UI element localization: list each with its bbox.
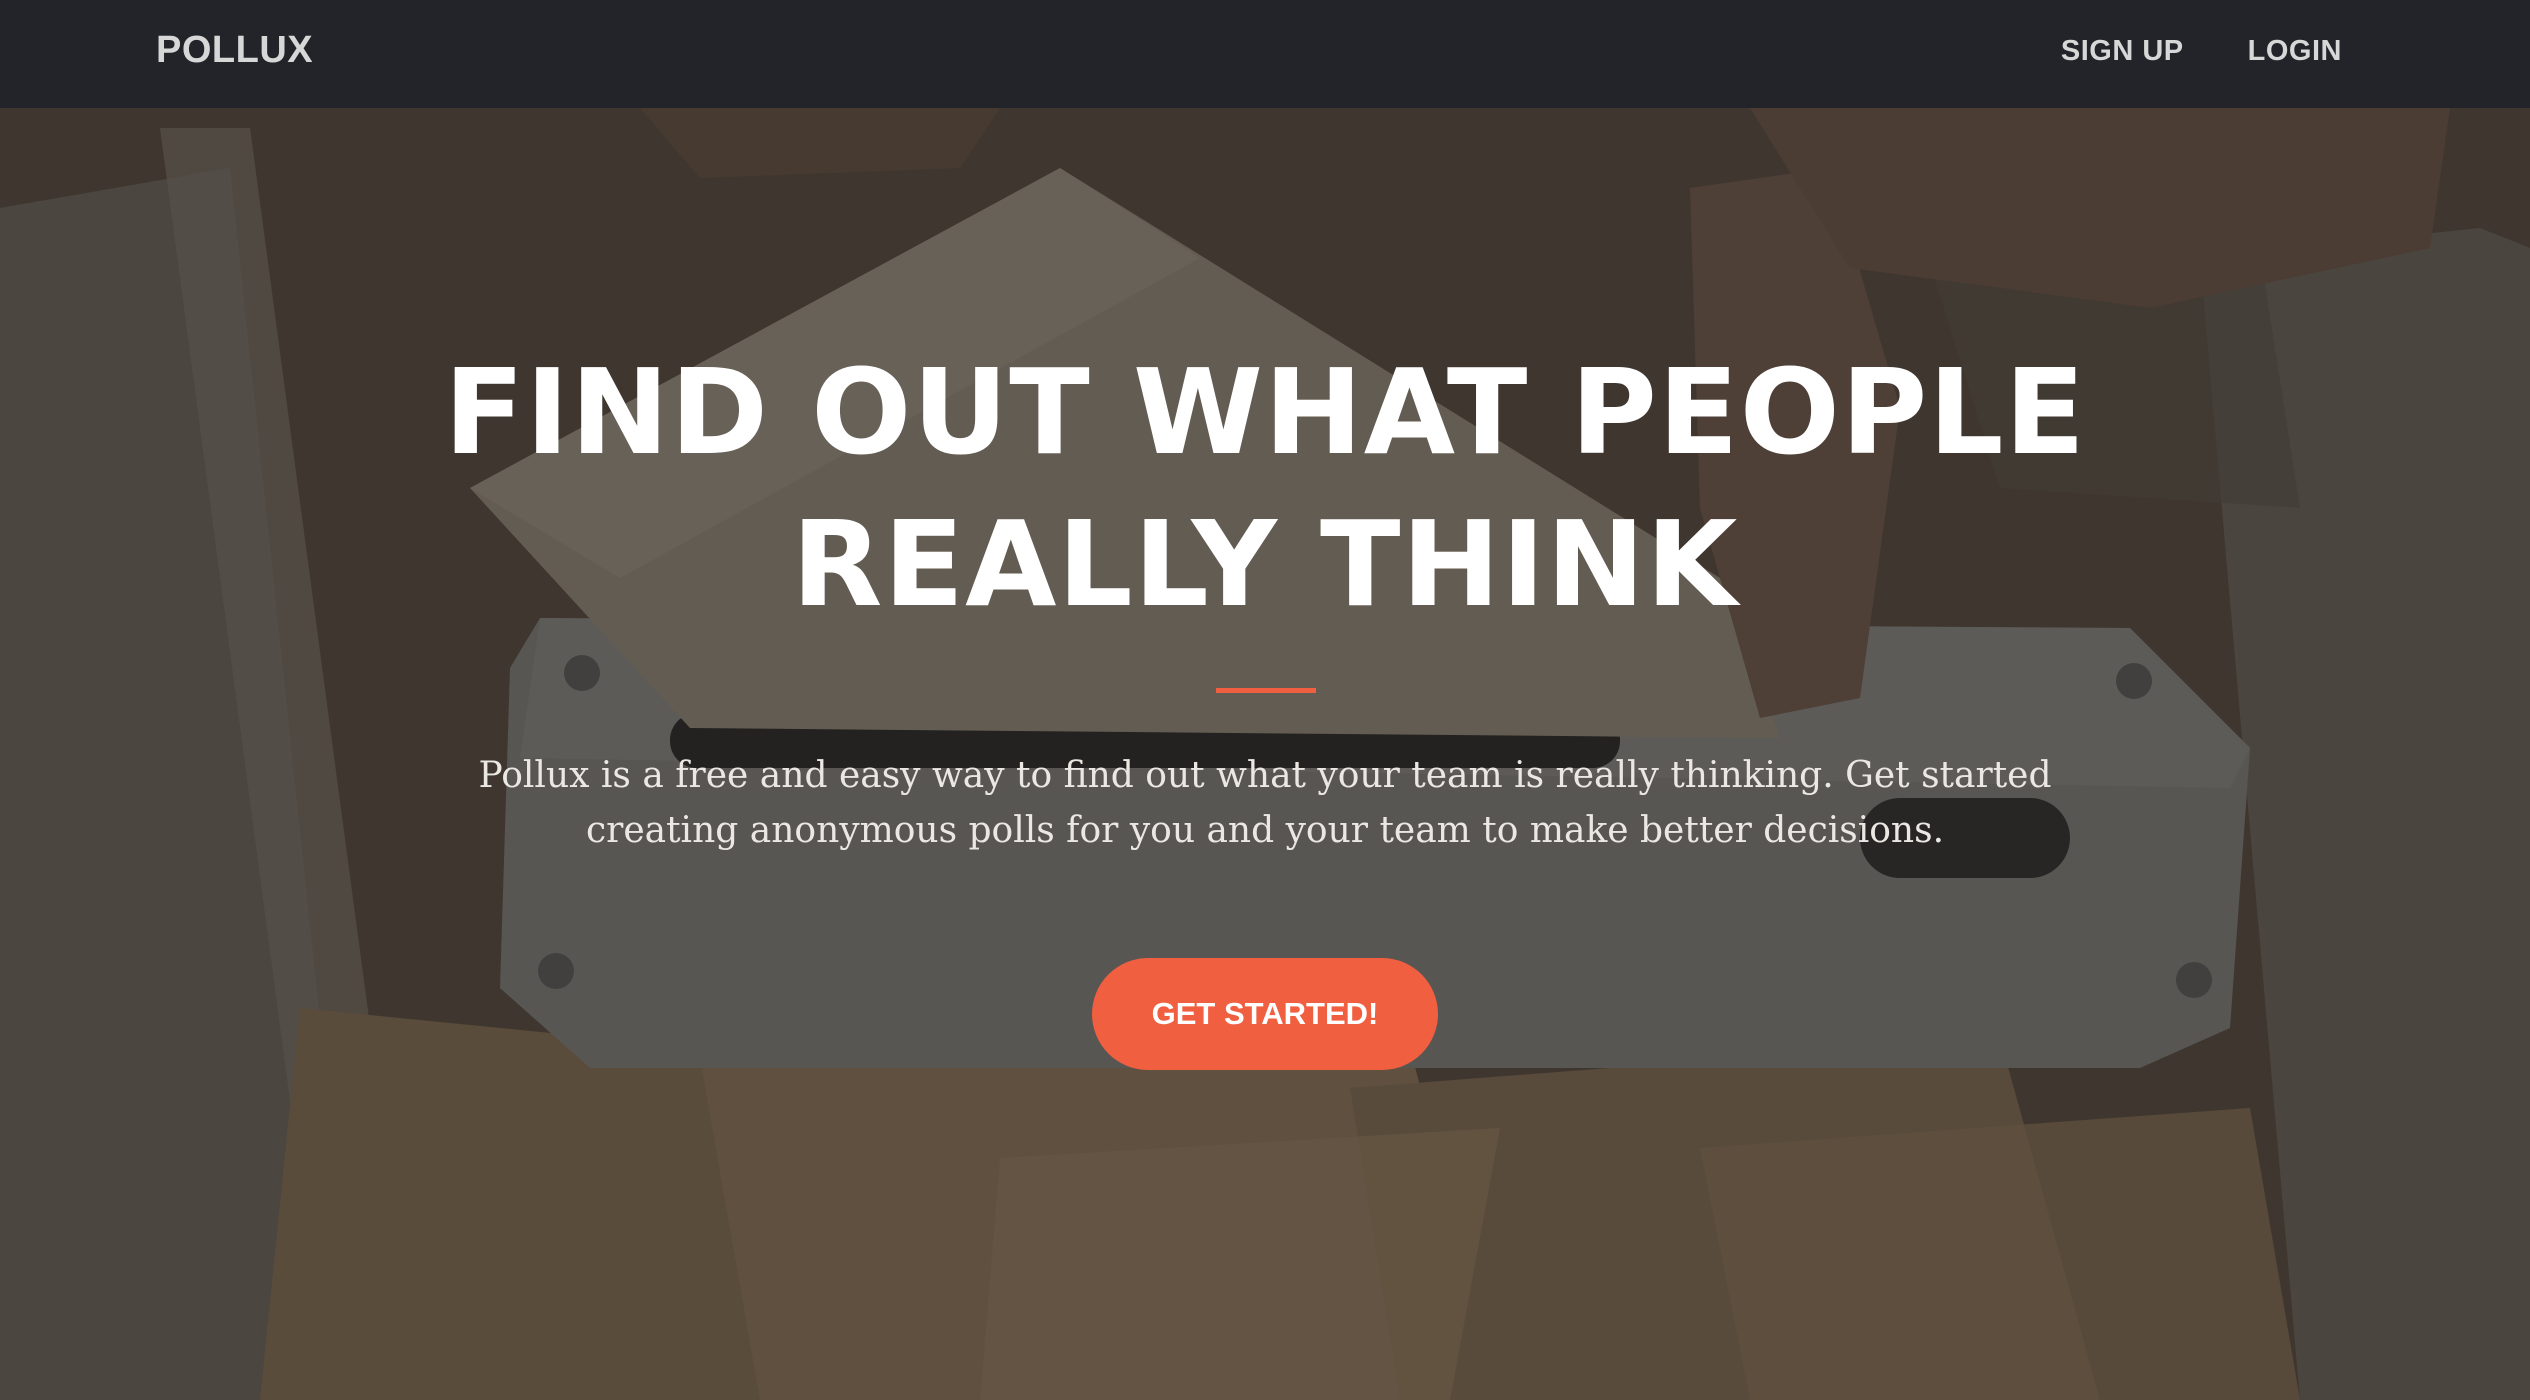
nav-links: SIGN UP LOGIN: [2061, 30, 2342, 72]
get-started-button[interactable]: GET STARTED!: [1092, 958, 1438, 1070]
hero-description: Pollux is a free and easy way to find ou…: [478, 755, 2052, 851]
top-navbar: POLLUX SIGN UP LOGIN: [0, 0, 2530, 108]
headline-line-2: REALLY THINK: [791, 495, 1739, 633]
hero-headline: FIND OUT WHAT PEOPLE REALLY THINK: [365, 336, 2165, 640]
hero-section: FIND OUT WHAT PEOPLE REALLY THINK Pollux…: [0, 108, 2530, 1400]
login-link[interactable]: LOGIN: [2248, 30, 2342, 72]
accent-divider: [1216, 688, 1316, 693]
hero-content: FIND OUT WHAT PEOPLE REALLY THINK Pollux…: [0, 108, 2530, 1400]
signup-link[interactable]: SIGN UP: [2061, 30, 2184, 72]
headline-line-1: FIND OUT WHAT PEOPLE: [443, 343, 2087, 481]
brand-logo[interactable]: POLLUX: [156, 24, 313, 76]
